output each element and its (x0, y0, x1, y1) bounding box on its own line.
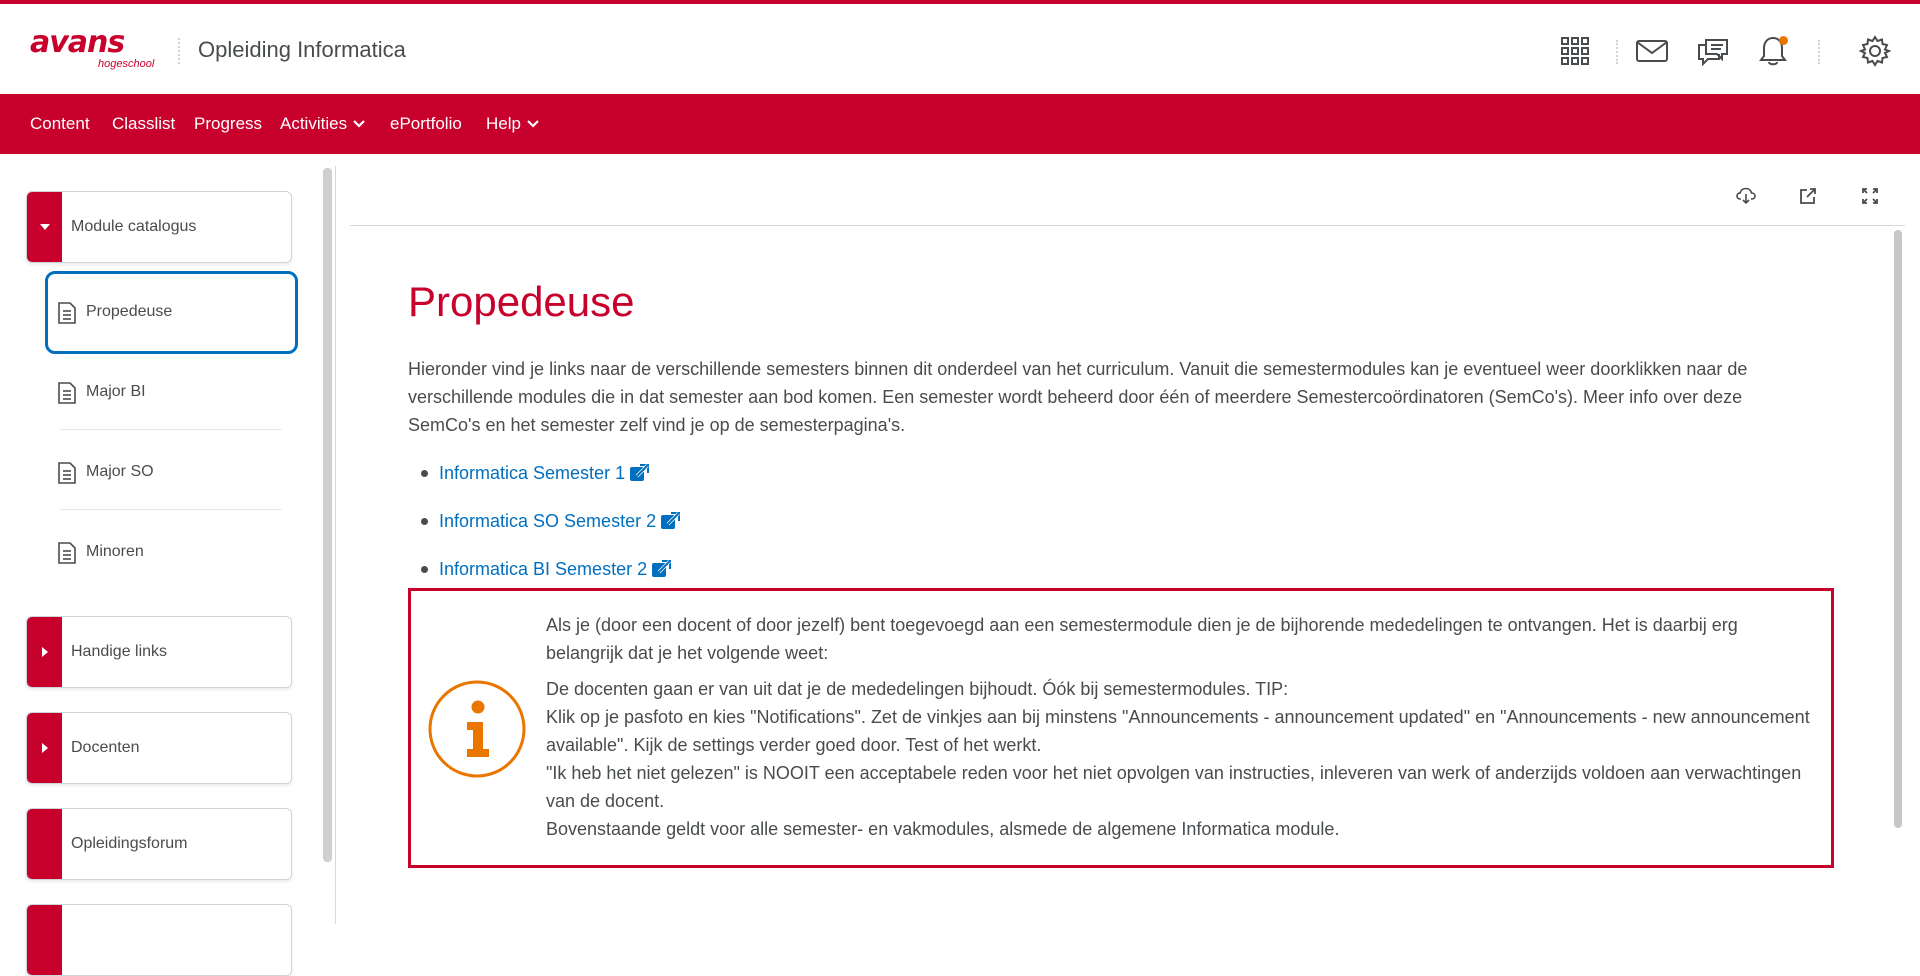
link-informatica-so-semester-2[interactable]: Informatica SO Semester 2 (439, 510, 681, 532)
avans-logo[interactable]: avans hogeschool (30, 26, 160, 74)
nav-bar: Content Classlist Progress Activities eP… (0, 94, 1920, 154)
header-divider (178, 38, 180, 64)
bullet (421, 565, 428, 573)
module-toggle[interactable] (27, 617, 62, 687)
link-label: Informatica BI Semester 2 (439, 558, 648, 579)
module-stripe (27, 905, 62, 975)
module-toggle[interactable] (27, 713, 62, 783)
module-label: Module catalogus (71, 218, 197, 235)
module-stripe (27, 809, 62, 879)
page-title: Propedeuse (408, 278, 635, 325)
module-label: Opleidingsforum (71, 835, 188, 852)
mail-icon[interactable] (1635, 34, 1669, 68)
toolbar-divider (350, 225, 1905, 226)
info-line: Klik op je pasfoto en kies "Notification… (546, 707, 1810, 755)
nav-label: Activities (280, 114, 348, 133)
chevron-down-icon (527, 120, 539, 128)
link-label: Informatica Semester 1 (439, 462, 626, 483)
module-handige-links[interactable]: Handige links (26, 616, 292, 688)
topic-minoren[interactable]: Minoren (56, 512, 282, 592)
info-line: De docenten gaan er van uit dat je de me… (546, 679, 1289, 699)
document-icon (58, 382, 76, 404)
logo-wordmark: avans (30, 25, 125, 60)
external-link-icon (630, 464, 650, 481)
header: avans hogeschool Opleiding Informatica (0, 4, 1920, 94)
module-opleidingsforum[interactable]: Opleidingsforum (26, 808, 292, 880)
link-informatica-bi-semester-2[interactable]: Informatica BI Semester 2 (439, 558, 672, 580)
module-docenten[interactable]: Docenten (26, 712, 292, 784)
header-divider (1818, 40, 1820, 64)
caret-right-icon (41, 647, 48, 657)
list-item: Informatica BI Semester 2 (420, 545, 680, 593)
list-item: Informatica SO Semester 2 (420, 497, 681, 545)
document-icon (58, 302, 76, 324)
caret-down-icon (39, 224, 50, 230)
info-text: Als je (door een docent of door jezelf) … (546, 611, 1816, 843)
link-label: Informatica SO Semester 2 (439, 510, 657, 531)
open-external-icon[interactable] (1796, 184, 1820, 208)
list-item: Informatica Semester 1 (420, 449, 680, 497)
bullet (421, 469, 428, 477)
nav-label: Help (486, 114, 521, 133)
nav-help[interactable]: Help (486, 94, 539, 154)
document-icon (58, 542, 76, 564)
sidebar-scrollbar[interactable] (323, 168, 332, 862)
semester-links: Informatica Semester 1 Informatica SO Se… (420, 449, 681, 593)
topic-propedeuse[interactable]: Propedeuse (56, 272, 282, 352)
nav-label: Progress (194, 114, 263, 133)
nav-content[interactable]: Content (30, 94, 90, 154)
logo-subtitle: hogeschool (98, 58, 155, 70)
org-title[interactable]: Opleiding Informatica (198, 34, 406, 66)
nav-label: Content (30, 114, 90, 133)
nav-activities[interactable]: Activities (280, 94, 365, 154)
module-module-catalogus[interactable]: Module catalogus (26, 191, 292, 263)
gear-icon[interactable] (1858, 34, 1892, 68)
external-link-icon (652, 560, 672, 577)
header-divider (1616, 40, 1618, 64)
topic-major-so[interactable]: Major SO (56, 432, 282, 512)
nav-eportfolio[interactable]: ePortfolio (390, 94, 462, 154)
external-link-icon (661, 512, 681, 529)
chevron-down-icon (353, 120, 365, 128)
content-scrollbar[interactable] (1894, 230, 1902, 828)
module-card-partial[interactable] (26, 904, 292, 976)
document-icon (58, 462, 76, 484)
topic-label: Minoren (86, 543, 144, 560)
bell-icon[interactable] (1756, 34, 1790, 68)
nav-label: Classlist (112, 114, 176, 133)
nav-classlist[interactable]: Classlist (112, 94, 175, 154)
intro-paragraph: Hieronder vind je links naar de verschil… (408, 359, 1748, 435)
topic-label: Major SO (86, 463, 154, 480)
link-informatica-semester-1[interactable]: Informatica Semester 1 (439, 462, 650, 484)
fullscreen-icon[interactable] (1858, 184, 1882, 208)
nav-label: ePortfolio (390, 114, 462, 133)
module-label: Docenten (71, 739, 140, 756)
module-toggle[interactable] (27, 192, 62, 262)
divider (60, 509, 282, 510)
info-icon (428, 680, 526, 778)
info-line: Bovenstaande geldt voor alle semester- e… (546, 819, 1340, 839)
module-label: Handige links (71, 643, 168, 660)
topic-label: Propedeuse (86, 303, 173, 320)
info-callout: Als je (door een docent of door jezelf) … (408, 588, 1834, 868)
caret-right-icon (41, 743, 48, 753)
nav-progress[interactable]: Progress (194, 94, 262, 154)
chat-icon[interactable] (1696, 34, 1730, 68)
notification-dot (1779, 36, 1788, 45)
topic-major-bi[interactable]: Major BI (56, 352, 282, 432)
topic-label: Major BI (86, 383, 146, 400)
info-line: "Ik heb het niet gelezen" is NOOIT een a… (546, 763, 1802, 811)
divider (60, 429, 282, 430)
info-paragraph: Als je (door een docent of door jezelf) … (546, 615, 1738, 663)
apps-grid-icon[interactable] (1558, 34, 1592, 68)
cloud-download-icon[interactable] (1734, 184, 1758, 208)
bullet (421, 517, 428, 525)
